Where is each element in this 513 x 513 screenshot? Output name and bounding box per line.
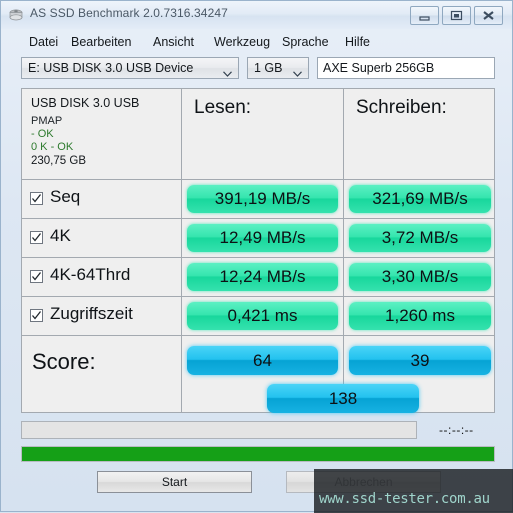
column-header-write: Schreiben:: [356, 97, 447, 118]
menu-bar: Datei Bearbeiten Ansicht Werkzeug Sprach…: [1, 31, 512, 53]
drive-select-value: E: USB DISK 3.0 USB Device: [28, 61, 194, 75]
device-name-input[interactable]: AXE Superb 256GB: [317, 57, 495, 79]
test-row-zugriffszeit: Zugriffszeit 0,421 ms 1,260 ms: [22, 297, 496, 335]
result-4k-write: 3,72 MB/s: [349, 224, 491, 252]
result-seq-read: 391,19 MB/s: [187, 185, 338, 213]
menu-item-werkzeug[interactable]: Werkzeug: [210, 33, 274, 51]
progress-bar-fill: [22, 447, 494, 461]
checkbox-zugriffszeit[interactable]: [30, 309, 43, 322]
score-row: Score: 64 39 138: [22, 336, 496, 414]
watermark-overlay: www.ssd-tester.com.au: [314, 469, 513, 513]
results-grid: USB DISK 3.0 USB PMAP - OK 0 K - OK 230,…: [21, 88, 495, 413]
test-label-cell[interactable]: 4K-64Thrd: [22, 258, 181, 296]
test-row-seq: Seq 391,19 MB/s 321,69 MB/s: [22, 180, 496, 218]
column-header-read: Lesen:: [194, 97, 252, 118]
test-row-4k-64thrd: 4K-64Thrd 12,24 MB/s 3,30 MB/s: [22, 258, 496, 296]
drive-select[interactable]: E: USB DISK 3.0 USB Device: [21, 57, 239, 79]
test-name: Zugriffszeit: [50, 304, 133, 323]
test-label-cell[interactable]: Seq: [22, 180, 181, 218]
start-button[interactable]: Start: [97, 471, 252, 493]
menu-item-ansicht[interactable]: Ansicht: [149, 33, 198, 51]
score-label: Score:: [32, 349, 96, 374]
size-select-value: 1 GB: [254, 61, 283, 75]
menu-item-sprache[interactable]: Sprache: [278, 33, 333, 51]
toolbar: E: USB DISK 3.0 USB Device 1 GB AXE Supe…: [1, 57, 512, 83]
result-4k-64thrd-read: 12,24 MB/s: [187, 263, 338, 291]
test-label-cell[interactable]: 4K: [22, 219, 181, 257]
elapsed-time: --:--:--: [439, 423, 474, 437]
drive-capacity: 230,75 GB: [31, 155, 86, 167]
drive-model: USB DISK 3.0 USB: [31, 96, 140, 110]
menu-item-bearbeiten[interactable]: Bearbeiten: [67, 33, 135, 51]
checkbox-4k[interactable]: [30, 231, 43, 244]
score-write: 39: [349, 346, 491, 375]
window-title: AS SSD Benchmark 2.0.7316.34247: [30, 6, 228, 20]
title-bar: AS SSD Benchmark 2.0.7316.34247: [1, 1, 512, 29]
drive-alignment-status: - OK: [31, 128, 54, 140]
chevron-down-icon: [293, 66, 302, 77]
result-seq-write: 321,69 MB/s: [349, 185, 491, 213]
close-button[interactable]: [474, 6, 503, 25]
restore-button[interactable]: [442, 6, 471, 25]
menu-item-hilfe[interactable]: Hilfe: [341, 33, 374, 51]
menu-item-datei[interactable]: Datei: [25, 33, 62, 51]
result-zugriffszeit-write: 1,260 ms: [349, 302, 491, 330]
test-name: Seq: [50, 187, 81, 206]
status-field: [21, 421, 417, 439]
test-name: 4K-64Thrd: [50, 265, 131, 284]
drive-info-panel: USB DISK 3.0 USB PMAP - OK 0 K - OK 230,…: [22, 89, 181, 179]
score-read: 64: [187, 346, 338, 375]
result-4k-64thrd-write: 3,30 MB/s: [349, 263, 491, 291]
drive-icon: [8, 7, 24, 23]
result-zugriffszeit-read: 0,421 ms: [187, 302, 338, 330]
drive-firmware: PMAP: [31, 115, 63, 127]
size-select[interactable]: 1 GB: [247, 57, 309, 79]
test-label-cell[interactable]: Zugriffszeit: [22, 297, 181, 335]
minimize-button[interactable]: [410, 6, 439, 25]
watermark-text: www.ssd-tester.com.au: [319, 491, 490, 507]
checkbox-seq[interactable]: [30, 192, 43, 205]
progress-bar: [21, 446, 495, 462]
result-4k-read: 12,49 MB/s: [187, 224, 338, 252]
checkbox-4k-64thrd[interactable]: [30, 270, 43, 283]
test-name: 4K: [50, 226, 71, 245]
score-total: 138: [267, 384, 419, 413]
drive-offset-status: 0 K - OK: [31, 141, 74, 153]
chevron-down-icon: [223, 66, 232, 77]
test-row-4k: 4K 12,49 MB/s 3,72 MB/s: [22, 219, 496, 257]
app-window: AS SSD Benchmark 2.0.7316.34247 Datei Be…: [0, 0, 513, 513]
